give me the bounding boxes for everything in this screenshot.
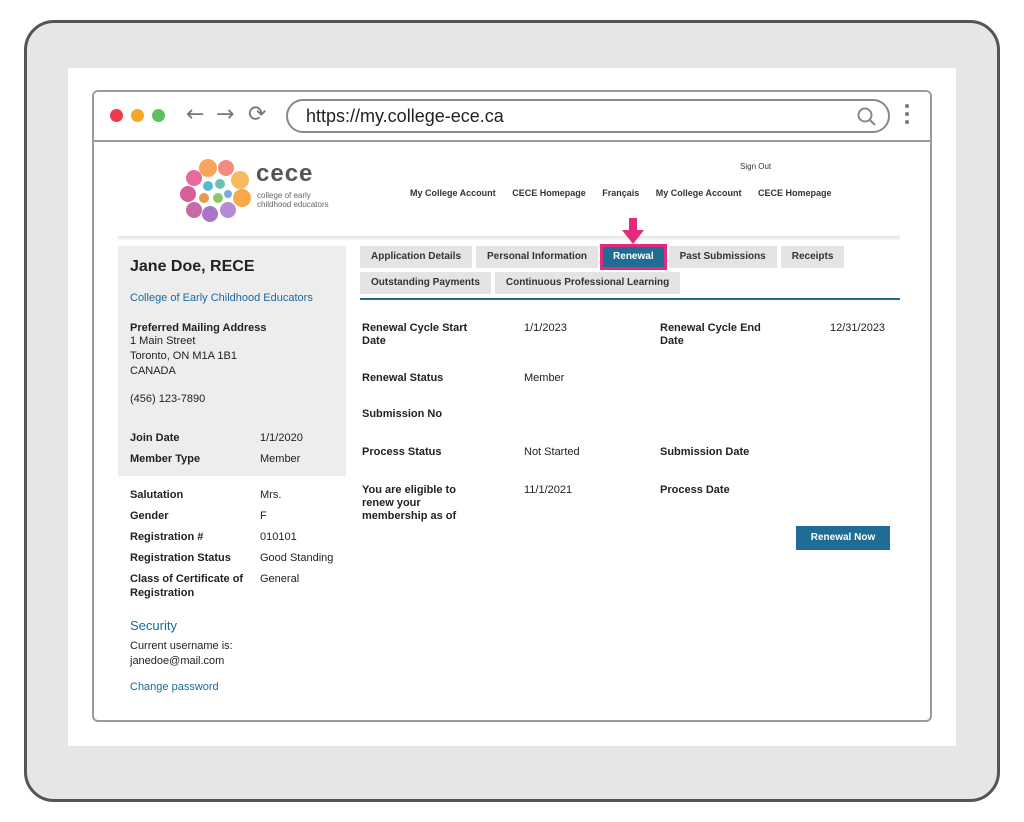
submission-no-label: Submission No [362, 408, 443, 420]
registration-row: Registration # 010101 [130, 530, 334, 544]
renewal-start-value: 1/1/2023 [524, 322, 567, 334]
gender-row: Gender F [130, 509, 334, 523]
submission-date-label: Submission Date [660, 446, 750, 458]
process-date-label: Process Date [660, 484, 730, 496]
salutation-value: Mrs. [260, 489, 282, 501]
org-name: College of Early Childhood Educators [130, 292, 313, 304]
renewal-status-value: Member [524, 372, 565, 384]
address-line-3: CANADA [130, 365, 176, 377]
tab-outstanding-payments[interactable]: Outstanding Payments [360, 272, 491, 294]
reload-icon[interactable]: ⟳ [248, 102, 266, 128]
renewal-status-label: Renewal Status [362, 372, 444, 384]
eligible-value: 11/1/2021 [524, 484, 573, 496]
url-text[interactable]: https://my.college-ece.ca [306, 106, 504, 127]
member-name: Jane Doe, RECE [130, 258, 255, 275]
header-divider [118, 236, 900, 240]
tabs-row-1: Application Details Personal Information… [360, 244, 900, 270]
join-date-label: Join Date [130, 432, 180, 444]
process-status-value: Not Started [524, 446, 580, 458]
nav-my-college-account[interactable]: My College Account [410, 188, 496, 198]
search-icon[interactable] [854, 104, 880, 130]
join-date-row: Join Date 1/1/2020 [130, 431, 334, 445]
change-password-link[interactable]: Change password [130, 681, 334, 693]
username-value: janedoe@mail.com [130, 655, 225, 667]
logo-circles-icon [180, 159, 251, 222]
down-arrow-icon [622, 218, 644, 244]
renewal-start-label: Renewal Cycle Start Date [362, 322, 468, 347]
registration-status-row: Registration Status Good Standing [130, 551, 334, 565]
tab-personal-information[interactable]: Personal Information [476, 246, 599, 268]
cece-logo[interactable]: cece college of early childhood educator… [180, 158, 340, 222]
minimize-window-dot[interactable] [131, 109, 144, 122]
browser-toolbar: ← → ⟳ https://my.college-ece.ca [94, 92, 930, 142]
renewal-now-button[interactable]: Renewal Now [796, 526, 890, 550]
address-line-2: Toronto, ON M1A 1B1 [130, 350, 237, 362]
registration-status-label: Registration Status [130, 552, 231, 564]
browser-window: ← → ⟳ https://my.college-ece.ca cece col… [92, 90, 932, 722]
security-heading: Security [130, 618, 177, 633]
member-sidebar: Jane Doe, RECE College of Early Childhoo… [118, 246, 346, 703]
close-window-dot[interactable] [110, 109, 123, 122]
logo-subtitle: college of early childhood educators [257, 191, 329, 209]
class-of-certificate-value: General [260, 573, 300, 585]
member-summary: Jane Doe, RECE College of Early Childhoo… [118, 246, 346, 476]
logo-wordmark: cece [256, 160, 314, 187]
salutation-label: Salutation [130, 489, 184, 501]
tab-receipts[interactable]: Receipts [780, 246, 845, 268]
username-label: Current username is: [130, 640, 233, 652]
tab-past-submissions[interactable]: Past Submissions [668, 246, 777, 268]
member-details: Salutation Mrs. Gender F Registration # … [118, 476, 346, 703]
gender-label: Gender [130, 510, 169, 522]
class-of-certificate-label: Class of Certificate of Registration [130, 573, 244, 599]
nav-cece-homepage[interactable]: CECE Homepage [512, 188, 586, 198]
class-of-certificate-row: Class of Certificate of Registration Gen… [130, 572, 334, 600]
nav-cece-homepage-2[interactable]: CECE Homepage [758, 188, 832, 198]
salutation-row: Salutation Mrs. [130, 488, 334, 502]
renewal-panel: Application Details Personal Information… [360, 218, 900, 578]
process-status-label: Process Status [362, 446, 442, 458]
eligible-label: You are eligible to renew your membershi… [362, 484, 457, 522]
top-nav: My College Account CECE Homepage Françai… [410, 188, 846, 198]
sign-out-link[interactable]: Sign Out [740, 162, 771, 171]
phone-number: (456) 123-7890 [130, 393, 206, 405]
renewal-end-label: Renewal Cycle End Date [660, 322, 761, 347]
tabs-row-2: Outstanding Payments Continuous Professi… [360, 272, 900, 294]
tab-application-details[interactable]: Application Details [360, 246, 473, 268]
address-line-1: 1 Main Street [130, 335, 196, 347]
member-type-row: Member Type Member [130, 452, 334, 466]
nav-my-college-account-2[interactable]: My College Account [656, 188, 742, 198]
maximize-window-dot[interactable] [152, 109, 165, 122]
address-bar[interactable]: https://my.college-ece.ca [286, 99, 890, 133]
kebab-menu-icon[interactable] [904, 104, 910, 128]
registration-status-value: Good Standing [260, 552, 334, 564]
member-type-value: Member [260, 453, 301, 465]
tabs-underline [360, 298, 900, 300]
renewal-end-value: 12/31/2023 [830, 322, 886, 334]
join-date-value: 1/1/2020 [260, 432, 303, 444]
nav-francais[interactable]: Français [602, 188, 639, 198]
renewal-details: Renewal Cycle Start Date 1/1/2023 Renewa… [360, 318, 900, 578]
member-type-label: Member Type [130, 453, 201, 465]
registration-label: Registration # [130, 531, 204, 543]
back-arrow-icon[interactable]: ← [186, 102, 204, 128]
tab-continuous-professional-learning[interactable]: Continuous Professional Learning [494, 272, 681, 294]
gender-value: F [260, 510, 267, 522]
registration-value: 010101 [260, 531, 297, 543]
mailing-address-heading: Preferred Mailing Address [130, 322, 267, 334]
forward-arrow-icon[interactable]: → [216, 102, 234, 128]
tab-renewal[interactable]: Renewal [600, 244, 667, 270]
